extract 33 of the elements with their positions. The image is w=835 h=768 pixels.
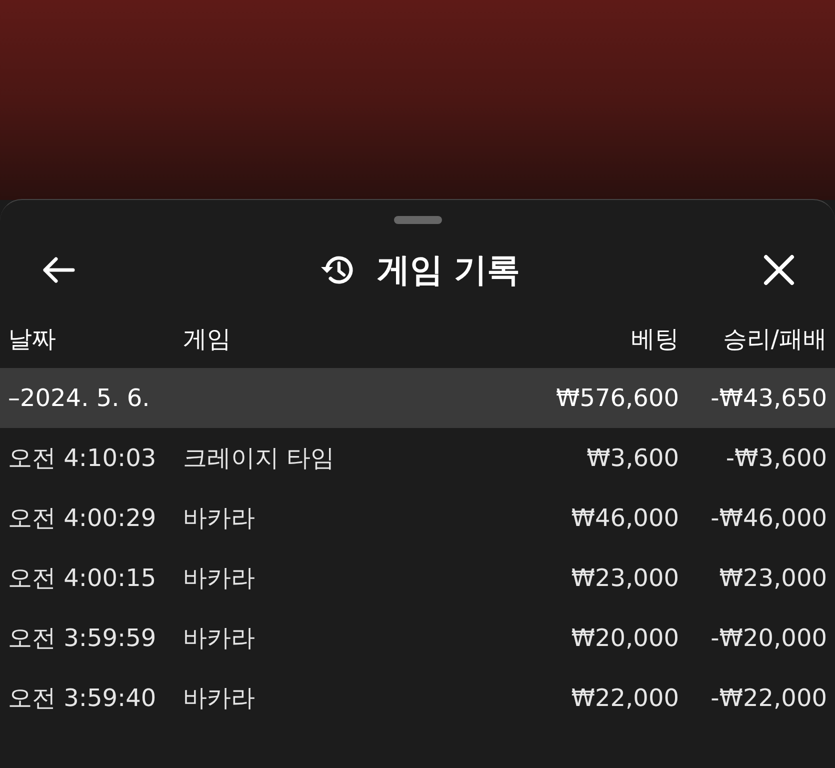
- history-icon: [318, 253, 355, 287]
- bet-cell-text: ₩22,000: [570, 684, 679, 712]
- game-cell-text: 크레이지 타임: [183, 443, 336, 474]
- group-bet-total: ₩576,600: [555, 384, 679, 412]
- time-cell-text: 오전 4:00:29: [8, 503, 158, 534]
- time-cell-text: 오전 4:10:03: [8, 443, 158, 474]
- column-header: 베팅: [630, 324, 679, 355]
- result-cell-text: -₩22,000: [710, 684, 827, 712]
- back-icon[interactable]: [40, 255, 76, 285]
- column-header: 날짜: [8, 324, 57, 355]
- bet-cell-text: ₩3,600: [586, 444, 679, 472]
- result-cell-text: -₩3,600: [724, 444, 827, 472]
- game-cell-text: 바카라: [183, 503, 256, 534]
- sheet-title: 게임 기록: [376, 248, 520, 290]
- time-cell-text: 오전 3:59:40: [8, 683, 158, 714]
- column-header: 승리/패배: [722, 324, 827, 355]
- time-cell-text: 오전 3:59:59: [8, 623, 158, 654]
- game-cell-text: 바카라: [183, 623, 256, 654]
- column-header: 게임: [183, 324, 232, 355]
- result-cell-text: ₩23,000: [718, 564, 827, 592]
- bet-cell-text: ₩20,000: [570, 624, 679, 652]
- group-result-total: -₩43,650: [710, 384, 827, 412]
- group-date: –2024. 5. 6.: [8, 384, 151, 412]
- bet-cell-text: ₩23,000: [570, 564, 679, 592]
- drag-handle[interactable]: [394, 216, 442, 224]
- result-cell-text: -₩20,000: [710, 624, 827, 652]
- result-cell-text: -₩46,000: [710, 504, 827, 532]
- bet-cell-text: ₩46,000: [570, 504, 679, 532]
- game-cell-text: 바카라: [183, 683, 256, 714]
- date-group-row[interactable]: –2024. 5. 6. ₩576,600 -₩43,650: [0, 368, 835, 428]
- time-cell-text: 오전 4:00:15: [8, 563, 158, 594]
- game-cell-text: 바카라: [183, 563, 256, 594]
- close-icon[interactable]: [763, 254, 795, 286]
